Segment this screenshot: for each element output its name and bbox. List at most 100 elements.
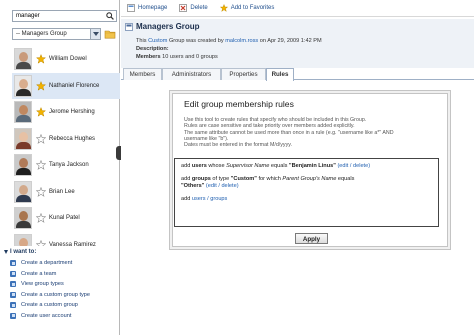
rule-1: add users whose Supervisor Name equals "…: [181, 163, 432, 170]
created-text-post: on Apr 29, 2009 1:42 PM: [258, 38, 322, 44]
action-link[interactable]: Create a custom group: [0, 300, 120, 311]
person-row[interactable]: Tanya Jackson: [12, 152, 120, 179]
person-name: Rebecca Hughes: [49, 135, 96, 142]
action-link[interactable]: Create user account: [0, 311, 120, 322]
star-outline-icon[interactable]: [36, 186, 46, 197]
rule-subject: users: [191, 163, 207, 169]
group-type-link[interactable]: Custom: [148, 38, 167, 44]
favorites-icon: [219, 4, 228, 12]
rule-2-edit-delete-links[interactable]: (edit / delete): [206, 183, 239, 189]
person-row[interactable]: Vanessa Ramirez: [12, 232, 120, 246]
star-outline-icon[interactable]: [36, 239, 46, 246]
avatar: [14, 48, 32, 71]
avatar: [14, 154, 32, 177]
group-header: Managers Group This Custom Group was cre…: [121, 19, 474, 68]
add-to-favorites-button[interactable]: Add to Favorites: [219, 4, 275, 12]
rule-1-edit-delete-links[interactable]: (edit / delete): [337, 163, 370, 169]
rule-attribute: Supervisor Name: [226, 163, 270, 169]
rule-text: add: [181, 163, 192, 169]
action-label: Create a custom group type: [21, 291, 91, 298]
i-want-to-heading[interactable]: I want to:: [0, 248, 120, 258]
action-link[interactable]: Create a team: [0, 269, 120, 280]
tab-properties[interactable]: Properties: [221, 68, 266, 80]
creator-link[interactable]: malcolm.ross: [225, 38, 258, 44]
search-box[interactable]: [12, 10, 117, 22]
members-label: Members: [136, 54, 161, 60]
delete-icon: [179, 4, 188, 12]
action-link[interactable]: Create a department: [0, 258, 120, 269]
main-panel: Homepage Delete Add to Favorites Manager…: [121, 0, 474, 335]
created-text-pre: This: [136, 38, 149, 44]
rule-text: of type: [210, 176, 231, 182]
action-label: View group types: [21, 281, 64, 288]
star-outline-icon[interactable]: [36, 160, 46, 171]
folder-icon[interactable]: [104, 28, 116, 40]
group-created-line: This Custom Group was created by malcolm…: [136, 38, 322, 44]
action-link[interactable]: Create a custom group type: [0, 290, 120, 301]
star-filled-icon[interactable]: [36, 107, 46, 118]
person-row[interactable]: Rebecca Hughes: [12, 126, 120, 153]
person-row[interactable]: Kunal Patel: [12, 205, 120, 232]
avatar: [14, 127, 32, 150]
rule-text: add: [181, 196, 192, 202]
search-icon[interactable]: [106, 12, 114, 20]
star-outline-icon[interactable]: [36, 213, 46, 224]
people-list: William Dowel Nathaniel Florence Jerome He…: [12, 46, 120, 246]
star-outline-icon[interactable]: [36, 133, 46, 144]
rules-panel: Edit group membership rules Use this too…: [169, 90, 451, 250]
action-icon: [10, 260, 16, 267]
delete-button[interactable]: Delete: [179, 4, 208, 12]
person-row[interactable]: William Dowel: [12, 46, 120, 73]
action-icon: [10, 270, 16, 277]
action-label: Create a department: [21, 260, 73, 267]
person-name: Nathaniel Florence: [49, 82, 100, 89]
page-title: Managers Group: [136, 22, 200, 31]
person-name: William Dowel: [49, 56, 87, 63]
rule-subject: groups: [191, 176, 211, 182]
person-row[interactable]: Brian Lee: [12, 179, 120, 206]
search-input[interactable]: [13, 11, 103, 21]
rule-text: add: [181, 176, 192, 182]
members-summary: Members 10 users and 0 groups: [136, 54, 218, 60]
rule-value: "Custom": [230, 176, 257, 182]
description-label: Description:: [136, 46, 169, 52]
person-row[interactable]: Nathaniel Florence: [12, 72, 120, 99]
rule-operator: equals: [269, 163, 289, 169]
star-filled-icon[interactable]: [36, 54, 46, 65]
avatar: [14, 180, 32, 203]
rules-list: add users whose Supervisor Name equals "…: [174, 158, 439, 227]
star-filled-icon[interactable]: [36, 80, 46, 91]
created-text-mid: Group was created by: [167, 38, 226, 44]
chevron-down-icon[interactable]: [90, 29, 100, 39]
action-label: Create a custom group: [21, 302, 78, 309]
person-name: Tanya Jackson: [49, 162, 89, 169]
rules-info-line: Dates must be entered in the format M/d/…: [184, 142, 292, 149]
person-name: Brian Lee: [49, 188, 75, 195]
person-name: Vanessa Ramirez: [49, 241, 96, 246]
avatar: [14, 74, 32, 97]
action-link[interactable]: View group types: [0, 279, 120, 290]
tab-administrators[interactable]: Administrators: [162, 68, 221, 80]
delete-label: Delete: [190, 5, 208, 11]
person-row[interactable]: Jerome Hershing: [12, 99, 120, 126]
tab-members[interactable]: Members: [123, 68, 162, 80]
toolbar: Homepage Delete Add to Favorites: [121, 0, 474, 17]
rules-info: Use this tool to create rules that speci…: [184, 117, 439, 148]
action-icon: [10, 312, 16, 319]
group-icon: [125, 23, 133, 31]
left-panel: -- Managers Group William Dowel Nathaniel…: [0, 0, 121, 335]
tab-rules[interactable]: Rules: [266, 68, 294, 81]
i-want-to-section: I want to: Create a department Create a t…: [0, 248, 120, 321]
action-label: Create a team: [21, 270, 57, 277]
rule-add: add users / groups: [181, 196, 432, 203]
homepage-button[interactable]: Homepage: [127, 4, 167, 12]
person-name: Jerome Hershing: [49, 109, 95, 116]
rule-operator: equals: [336, 176, 355, 182]
action-icon: [10, 302, 16, 309]
add-users-groups-links[interactable]: users / groups: [192, 196, 227, 202]
rules-title: Edit group membership rules: [184, 99, 294, 109]
apply-button[interactable]: Apply: [295, 233, 328, 244]
person-name: Kunal Patel: [49, 215, 80, 222]
group-select[interactable]: -- Managers Group: [12, 28, 101, 40]
favorites-label: Add to Favorites: [230, 5, 275, 11]
